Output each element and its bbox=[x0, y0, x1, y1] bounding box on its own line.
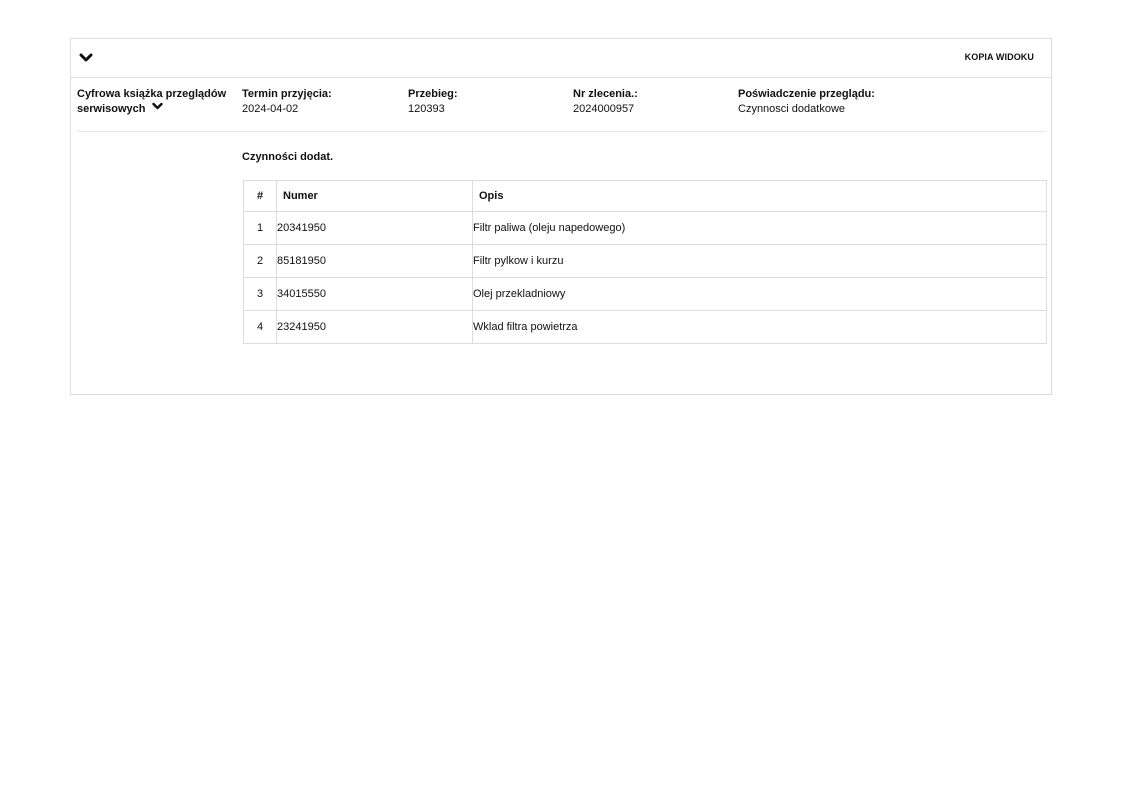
field-value: 120393 bbox=[408, 103, 445, 115]
table-row: 4 23241950 Wklad filtra powietrza bbox=[243, 310, 1047, 344]
field-value: 2024000957 bbox=[573, 103, 635, 115]
field-value: 2024-04-02 bbox=[242, 103, 299, 115]
service-book-panel: KOPIA WIDOKU Cyfrowa książka przeglądów … bbox=[70, 38, 1052, 395]
divider bbox=[77, 131, 1046, 132]
operations-table: # Numer Opis 1 20341950 Filtr paliwa (ol… bbox=[243, 180, 1047, 344]
row-number: 23241950 bbox=[276, 310, 473, 344]
field-order-number: Nr zlecenia.: 2024000957 bbox=[573, 87, 638, 117]
chevron-down-icon bbox=[151, 101, 163, 116]
row-index: 2 bbox=[243, 244, 277, 278]
row-index: 1 bbox=[243, 211, 277, 245]
field-label: Poświadczenie przeglądu: bbox=[738, 88, 875, 100]
field-label: Nr zlecenia.: bbox=[573, 88, 638, 100]
row-number: 34015550 bbox=[276, 277, 473, 311]
row-number: 85181950 bbox=[276, 244, 473, 278]
panel-header: KOPIA WIDOKU bbox=[71, 39, 1051, 78]
column-header-number: Numer bbox=[276, 180, 473, 212]
section-title: Czynności dodat. bbox=[242, 151, 334, 163]
table-row: 3 34015550 Olej przekladniowy bbox=[243, 277, 1047, 311]
table-row: 2 85181950 Filtr pylkow i kurzu bbox=[243, 244, 1047, 278]
field-mileage: Przebieg: 120393 bbox=[408, 87, 458, 117]
field-intake-date: Termin przyjęcia: 2024-04-02 bbox=[242, 87, 332, 117]
field-value: Czynnosci dodatkowe bbox=[738, 103, 846, 115]
table-header-row: # Numer Opis bbox=[243, 180, 1047, 212]
row-number: 20341950 bbox=[276, 211, 473, 245]
copy-view-button[interactable]: KOPIA WIDOKU bbox=[965, 52, 1034, 62]
field-label: Przebieg: bbox=[408, 88, 458, 100]
row-index: 4 bbox=[243, 310, 277, 344]
row-description: Olej przekladniowy bbox=[472, 277, 1047, 311]
row-description: Filtr pylkow i kurzu bbox=[472, 244, 1047, 278]
chevron-down-icon[interactable] bbox=[79, 51, 93, 63]
service-book-toggle[interactable]: Cyfrowa książka przeglądów serwisowych bbox=[77, 87, 227, 117]
field-service-confirmation: Poświadczenie przeglądu: Czynnosci dodat… bbox=[738, 87, 875, 117]
column-header-index: # bbox=[243, 180, 277, 212]
row-description: Wklad filtra powietrza bbox=[472, 310, 1047, 344]
field-label: Termin przyjęcia: bbox=[242, 88, 332, 100]
column-header-description: Opis bbox=[472, 180, 1047, 212]
row-index: 3 bbox=[243, 277, 277, 311]
row-description: Filtr paliwa (oleju napedowego) bbox=[472, 211, 1047, 245]
table-row: 1 20341950 Filtr paliwa (oleju napedoweg… bbox=[243, 211, 1047, 245]
